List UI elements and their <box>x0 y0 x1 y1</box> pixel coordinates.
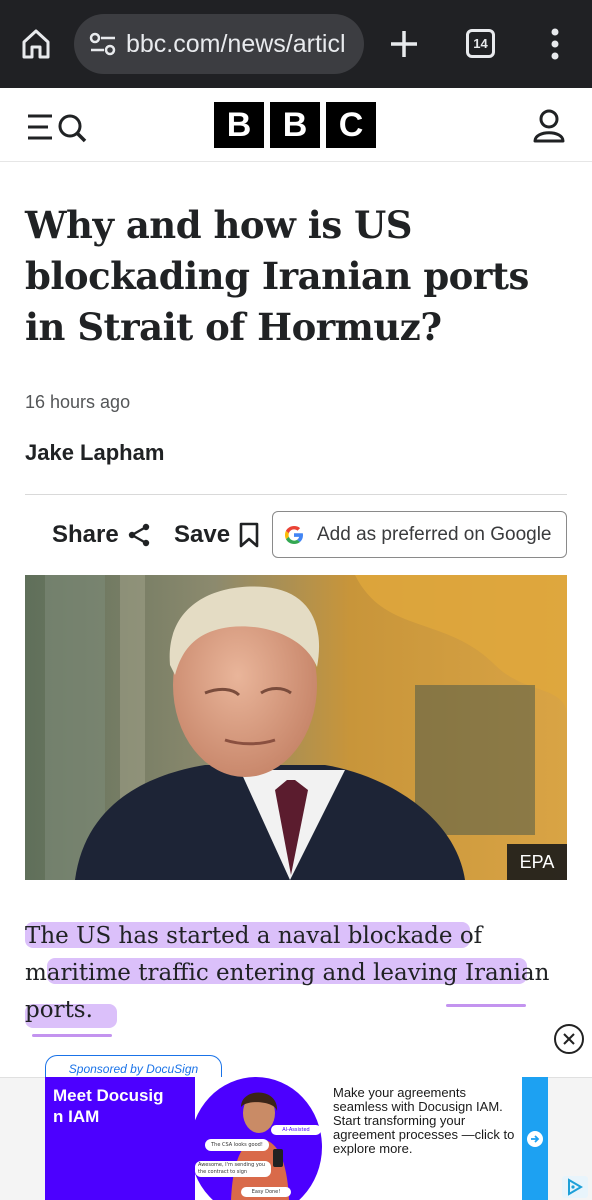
article-author: Jake Lapham <box>25 440 165 465</box>
google-button-label: Add as preferred on Google <box>317 523 552 545</box>
share-button[interactable]: Share <box>52 518 151 552</box>
home-button[interactable] <box>18 24 54 64</box>
adchoices-icon[interactable] <box>562 1176 588 1198</box>
article-image[interactable]: EPA <box>25 575 567 880</box>
site-header: B B C <box>0 88 592 162</box>
close-icon <box>563 1033 575 1045</box>
home-icon <box>22 29 50 59</box>
save-button[interactable]: Save <box>174 518 260 552</box>
ad-bubble-text: Awesome, I'm sending you the contract to… <box>198 1162 266 1175</box>
article-paragraph[interactable]: The US has started a naval blockade of m… <box>25 918 570 1029</box>
underline-mark <box>32 1034 112 1037</box>
url-text: bbc.com/news/articl <box>126 29 346 58</box>
account-icon[interactable] <box>532 108 566 144</box>
article-headline: Why and how is US blockading Iranian por… <box>25 203 529 349</box>
ad-bubble: The CSA looks good! <box>205 1139 269 1151</box>
site-settings-icon <box>89 32 116 56</box>
ad-copy: Make your agreements seamless with Docus… <box>333 1085 515 1156</box>
bookmark-icon <box>239 522 259 548</box>
arrow-right-icon <box>527 1130 543 1147</box>
new-tab-icon[interactable] <box>386 26 422 62</box>
ad-bubble-text: The CSA looks good! <box>211 1142 263 1148</box>
bbc-logo[interactable]: B B C <box>214 102 376 148</box>
address-bar[interactable]: bbc.com/news/articl <box>74 14 364 74</box>
google-g-icon <box>285 525 303 544</box>
logo-letter: B <box>214 102 264 148</box>
more-menu-icon[interactable] <box>545 26 565 62</box>
browser-toolbar: bbc.com/news/articl 14 <box>0 0 592 88</box>
share-label: Share <box>52 521 119 548</box>
ad-title: Meet Docusig n IAM <box>53 1086 164 1126</box>
article-timestamp: 16 hours ago <box>25 392 131 412</box>
ad-bubble: Awesome, I'm sending you the contract to… <box>195 1161 271 1177</box>
site-settings-button[interactable] <box>86 24 120 64</box>
ad-bubble-text: Easy Done! <box>251 1189 281 1195</box>
ad-bubble-text: AI-Assisted <box>282 1127 310 1133</box>
ad-banner[interactable]: AI-Assisted The CSA looks good! Awesome,… <box>45 1077 548 1200</box>
share-icon <box>128 523 149 547</box>
logo-letter: B <box>270 102 320 148</box>
ad-bubble: AI-Assisted <box>271 1125 321 1135</box>
byline-divider <box>25 494 567 495</box>
logo-letter: C <box>326 102 376 148</box>
menu-search-icon[interactable] <box>26 110 90 144</box>
save-label: Save <box>174 521 231 548</box>
ad-bubble: Easy Done! <box>241 1187 291 1197</box>
close-ad-button[interactable] <box>554 1024 584 1054</box>
image-credit: EPA <box>507 844 567 880</box>
tab-switcher-button[interactable]: 14 <box>466 29 495 58</box>
photo-illustration <box>25 575 567 880</box>
tab-count: 14 <box>473 36 488 51</box>
ad-cta-button[interactable] <box>522 1077 548 1200</box>
add-preferred-google-button[interactable]: Add as preferred on Google <box>272 511 567 558</box>
